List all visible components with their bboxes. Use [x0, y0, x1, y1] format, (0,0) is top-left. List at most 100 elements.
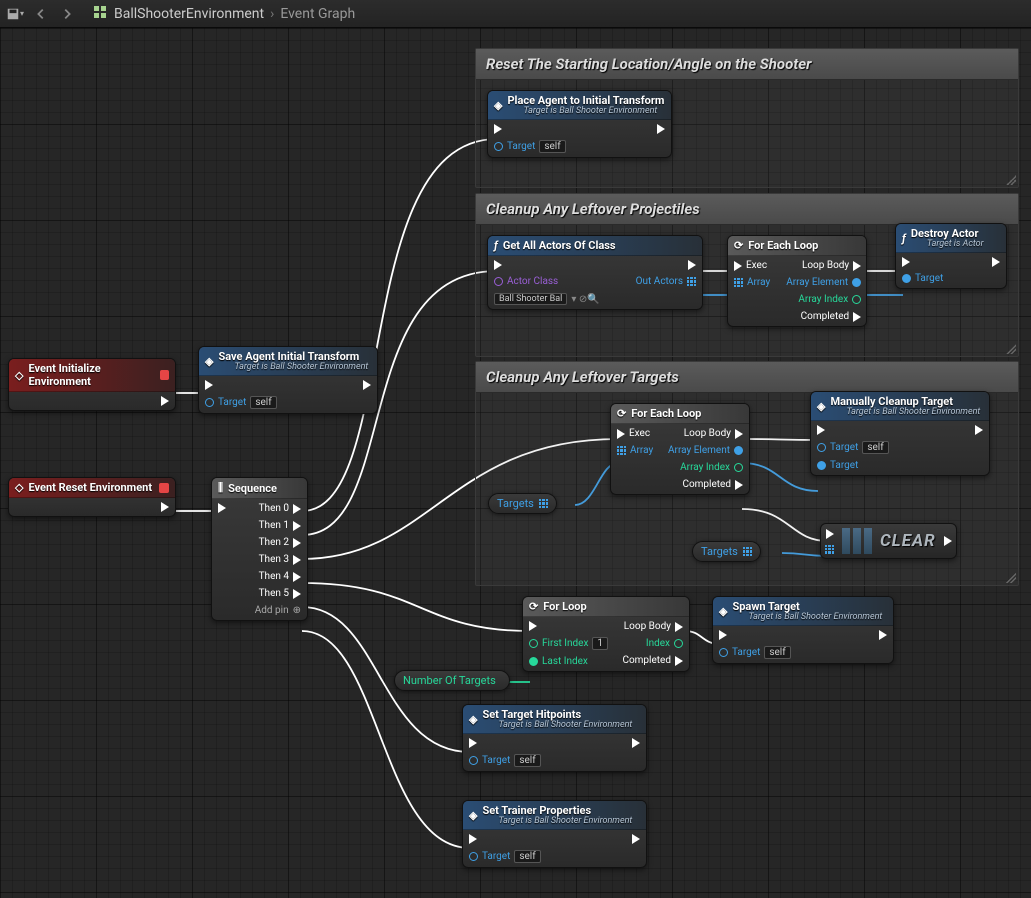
exec-in-pin[interactable] — [494, 124, 566, 134]
exec-in-pin[interactable] — [902, 257, 943, 267]
completed-pin[interactable]: Completed — [682, 479, 743, 490]
exec-out-pin[interactable] — [363, 380, 371, 390]
exec-in-pin[interactable] — [719, 630, 791, 640]
resize-grip-icon[interactable] — [1006, 175, 1016, 185]
node-event-reset[interactable]: ◇ Event Reset Environment — [8, 477, 176, 517]
node-header: ƒ Destroy Actor Target is Actor — [896, 224, 1006, 253]
exec-out-pin[interactable] — [879, 630, 887, 640]
node-set-target-hitpoints[interactable]: ◈ Set Target Hitpoints Target is Ball Sh… — [462, 704, 647, 772]
exec-out-pin[interactable] — [632, 834, 640, 844]
array-element-pin[interactable]: Array Element — [782, 277, 861, 288]
node-set-trainer-properties[interactable]: ◈ Set Trainer Properties Target is Ball … — [462, 800, 647, 868]
sequence-icon: ⫼ — [218, 481, 223, 495]
resize-grip-icon[interactable] — [1006, 573, 1016, 583]
exec-in-pin[interactable]: Exec — [734, 260, 770, 271]
loop-body-pin[interactable]: Loop Body — [802, 260, 861, 271]
function-icon: ƒ — [902, 232, 906, 245]
then-1-pin[interactable]: Then 1 — [259, 520, 301, 531]
variable-number-of-targets[interactable]: Number Of Targets — [394, 670, 510, 691]
node-for-loop[interactable]: ⟳ For Loop First Index1 Last Index Loop … — [522, 596, 690, 672]
save-dropdown-button[interactable]: ▾ — [4, 3, 26, 25]
breadcrumb-item-blueprint[interactable]: BallShooterEnvironment — [114, 6, 264, 22]
clear-inputs — [825, 529, 834, 554]
node-save-agent-initial-transform[interactable]: ◈ Save Agent Initial Transform Target is… — [198, 346, 378, 414]
exec-out-pin[interactable] — [657, 124, 665, 134]
node-get-all-actors[interactable]: ƒ Get All Actors Of Class Actor Class Ba… — [487, 235, 703, 310]
target-pin[interactable]: Target — [817, 460, 889, 471]
target-self-pin[interactable]: Targetself — [817, 441, 889, 454]
exec-out-pin[interactable] — [632, 738, 640, 748]
node-destroy-actor[interactable]: ƒ Destroy Actor Target is Actor Target — [895, 223, 1007, 289]
exec-out-pin[interactable] — [944, 536, 952, 546]
variable-targets-1[interactable]: Targets — [488, 493, 557, 514]
loop-body-pin[interactable]: Loop Body — [684, 428, 743, 439]
breadcrumb-item-graph[interactable]: Event Graph — [280, 6, 355, 22]
then-5-pin[interactable]: Then 5 — [259, 588, 301, 599]
node-sequence[interactable]: ⫼ Sequence Then 0 Then 1 Then 2 Then 3 T… — [211, 477, 308, 621]
exec-out-pin[interactable] — [161, 396, 169, 406]
last-index-pin[interactable]: Last Index — [529, 656, 608, 667]
completed-pin[interactable]: Completed — [622, 655, 683, 666]
variable-targets-2[interactable]: Targets — [692, 541, 761, 562]
graph-canvas[interactable]: Reset The Starting Location/Angle on the… — [0, 28, 1031, 898]
node-event-initialize[interactable]: ◇ Event Initialize Environment — [8, 358, 176, 411]
node-header: ƒ Get All Actors Of Class — [488, 236, 702, 256]
event-icon: ◇ — [15, 481, 23, 494]
node-foreach-targets[interactable]: ⟳ For Each Loop Exec Array Loop Body Arr… — [610, 403, 750, 495]
actor-class-pin[interactable]: Actor Class — [494, 276, 600, 287]
array-in-pin[interactable]: Array — [617, 445, 653, 456]
node-clear-array[interactable]: CLEAR — [820, 523, 957, 559]
exec-out-pin[interactable] — [992, 257, 1000, 267]
back-button[interactable] — [30, 3, 52, 25]
exec-in-pin[interactable] — [494, 260, 600, 270]
node-manually-cleanup-target[interactable]: ◈ Manually Cleanup Target Target is Ball… — [810, 391, 990, 476]
resize-grip-icon[interactable] — [1006, 344, 1016, 354]
target-pin[interactable]: Targetself — [494, 140, 566, 153]
loop-body-pin[interactable]: Loop Body — [624, 621, 683, 632]
exec-in-pin[interactable] — [817, 425, 889, 435]
comment-title: Cleanup Any Leftover Projectiles — [476, 194, 1018, 225]
add-pin-button[interactable]: Add pin⊕ — [255, 605, 301, 616]
exec-in-pin[interactable] — [205, 380, 277, 390]
target-pin[interactable]: Targetself — [205, 396, 277, 409]
exec-in-pin[interactable] — [529, 621, 608, 631]
completed-pin[interactable]: Completed — [801, 311, 862, 322]
array-element-pin[interactable]: Array Element — [668, 445, 743, 456]
exec-in-pin[interactable]: Exec — [617, 428, 653, 439]
loop-icon: ⟳ — [617, 407, 626, 420]
loop-icon: ⟳ — [529, 600, 538, 613]
node-subtitle: Target is Actor — [911, 239, 984, 249]
exec-out-pin[interactable] — [161, 502, 169, 512]
exec-in-pin[interactable] — [469, 834, 541, 844]
array-index-pin[interactable]: Array Index — [680, 462, 743, 473]
exec-out-pin[interactable] — [688, 260, 696, 270]
node-foreach-projectiles[interactable]: ⟳ For Each Loop Exec Array Loop Body Arr… — [727, 235, 867, 327]
node-place-agent[interactable]: ◈ Place Agent to Initial Transform Targe… — [487, 90, 672, 158]
first-index-pin[interactable]: First Index1 — [529, 637, 608, 650]
event-badge-icon — [160, 370, 169, 380]
then-2-pin[interactable]: Then 2 — [259, 537, 301, 548]
node-subtitle: Target is Ball Shooter Environment — [507, 106, 664, 116]
target-pin[interactable]: Targetself — [469, 754, 541, 767]
then-4-pin[interactable]: Then 4 — [259, 571, 301, 582]
array-in-pin[interactable] — [825, 545, 834, 554]
then-0-pin[interactable]: Then 0 — [259, 503, 301, 514]
target-pin[interactable]: Targetself — [719, 646, 791, 659]
actor-class-dropdown[interactable]: Ball Shooter Bal▾ ⊘🔍 — [494, 293, 600, 305]
target-pin[interactable]: Targetself — [469, 850, 541, 863]
node-header: ◈ Set Target Hitpoints Target is Ball Sh… — [463, 705, 646, 734]
exec-in-pin[interactable] — [218, 503, 226, 513]
function-icon: ◈ — [205, 355, 213, 368]
node-spawn-target[interactable]: ◈ Spawn Target Target is Ball Shooter En… — [712, 596, 894, 664]
comment-title: Reset The Starting Location/Angle on the… — [476, 49, 1018, 80]
exec-in-pin[interactable] — [469, 738, 541, 748]
index-pin[interactable]: Index — [646, 638, 683, 649]
array-in-pin[interactable]: Array — [734, 277, 770, 288]
array-index-pin[interactable]: Array Index — [798, 294, 861, 305]
exec-in-pin[interactable] — [826, 529, 834, 539]
forward-button[interactable] — [56, 3, 78, 25]
target-pin[interactable]: Target — [902, 273, 943, 284]
then-3-pin[interactable]: Then 3 — [259, 554, 301, 565]
out-actors-pin[interactable]: Out Actors — [636, 276, 696, 287]
exec-out-pin[interactable] — [975, 425, 983, 435]
